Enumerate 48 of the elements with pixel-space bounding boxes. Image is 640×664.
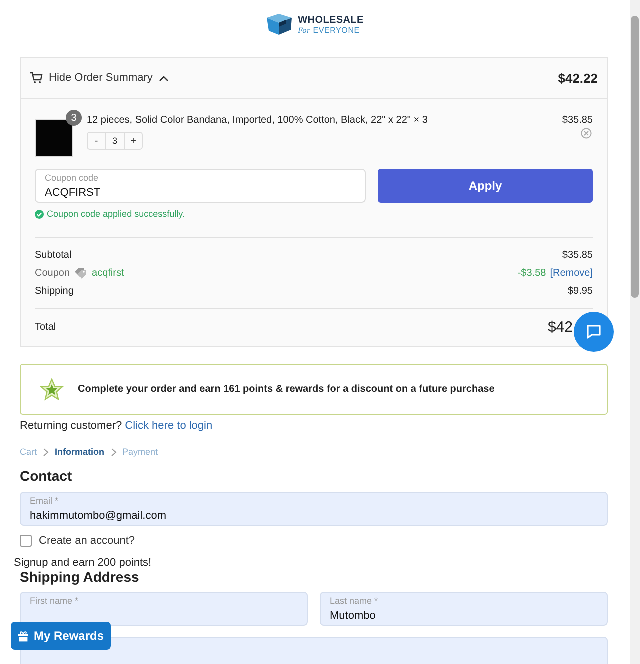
cart-icon (30, 72, 43, 84)
increase-button[interactable]: + (125, 133, 142, 149)
total-value: $42 (548, 319, 573, 336)
apply-button[interactable]: Apply (378, 169, 593, 203)
tag-icon (74, 267, 88, 279)
chevron-right-icon (43, 448, 50, 456)
total-label: Total (35, 322, 56, 333)
product-image (35, 119, 73, 157)
gift-icon (18, 630, 29, 642)
line-label: Coupon (35, 268, 70, 278)
remove-icon[interactable] (581, 128, 592, 139)
success-message: Coupon code applied successfully. (47, 209, 185, 219)
line-value: $9.95 (568, 286, 593, 296)
logo-tagline: EVERYONE (313, 26, 360, 36)
chat-button[interactable] (574, 312, 614, 352)
check-circle-icon (35, 210, 44, 218)
chat-icon (585, 323, 603, 341)
order-total: $42.22 (558, 70, 598, 86)
order-summary-toggle[interactable]: Hide Order Summary (30, 72, 169, 84)
rewards-message: Complete your order and earn 161 points & rewards for a discount on a future purchase (78, 384, 495, 395)
login-link[interactable]: Click here to login (125, 420, 213, 432)
signup-note: Signup and earn 200 points! (14, 557, 153, 569)
coupon-code: acqfirst (92, 268, 124, 278)
line-label: Subtotal (35, 250, 72, 260)
scrollbar[interactable] (630, 0, 640, 664)
name-field[interactable]: Last name * Mutombo (320, 592, 608, 626)
line-label: Shipping (35, 286, 74, 296)
product-title: 12 pieces, Solid Color Bandana, Imported, 100% Cotton, Black, 22" x 22" × 3 (87, 115, 429, 126)
checkbox-label: Create an account? (39, 535, 136, 547)
box-logo-icon (264, 12, 294, 36)
chevron-right-icon (110, 448, 117, 456)
star-icon (40, 378, 64, 402)
line-value: $35.85 (562, 250, 593, 260)
logo-wordmark: WHOLESALE (298, 16, 364, 26)
quantity-value: 3 (105, 133, 125, 149)
quantity-badge: 3 (66, 110, 82, 126)
section-heading: Contact (20, 468, 74, 484)
remove-link[interactable]: [Remove] (550, 268, 593, 278)
section-heading: Shipping Address (20, 569, 140, 585)
breadcrumb-link[interactable]: Information (55, 447, 105, 457)
coupon-field[interactable]: Coupon code ACQFIRST (35, 169, 366, 203)
email-field[interactable]: Email * hakimmutombo@gmail.com (20, 492, 608, 526)
returning-text: Returning customer? (20, 420, 122, 432)
decrease-button[interactable]: - (88, 133, 105, 149)
checkbox[interactable] (20, 535, 32, 547)
discount-amount: -$3.58 (518, 268, 546, 278)
item-price: $35.85 (562, 115, 593, 126)
my-rewards-button[interactable]: My Rewards (11, 622, 112, 650)
